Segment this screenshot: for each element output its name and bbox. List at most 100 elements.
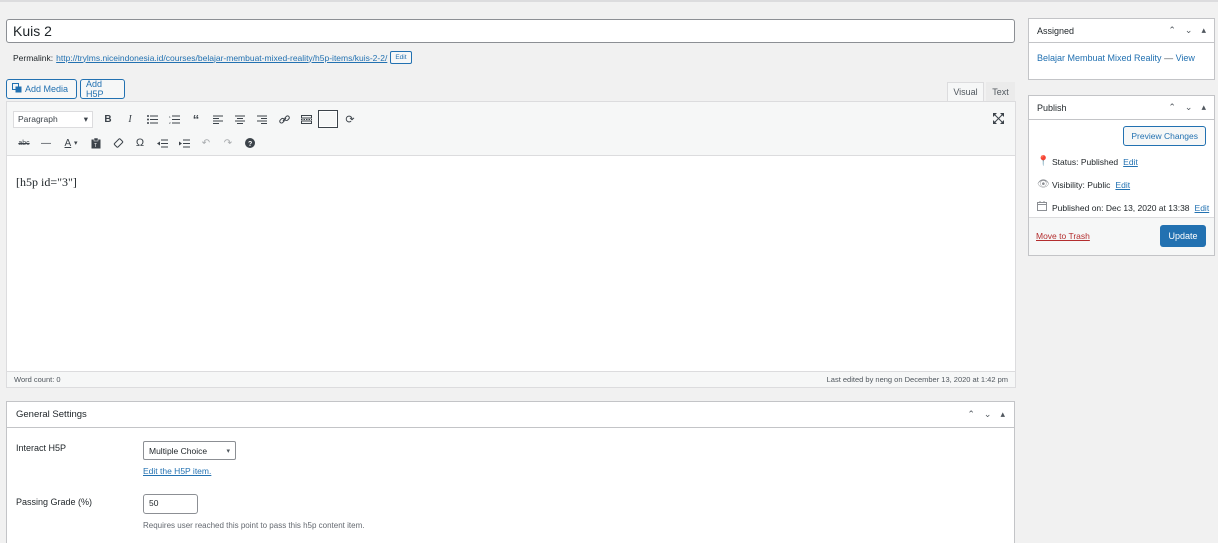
- publish-header: Publish ⌃ ⌄ ▴: [1029, 96, 1214, 120]
- collapse-toggle-icon[interactable]: ▴: [1000, 409, 1005, 420]
- add-h5p-button[interactable]: Add H5P: [80, 79, 125, 99]
- eye-icon: 👁: [1037, 179, 1050, 190]
- outdent-icon[interactable]: [151, 133, 173, 153]
- align-center-icon[interactable]: [229, 109, 251, 129]
- general-settings-box: General Settings ⌃ ⌄ ▴ Interact H5P Mult…: [6, 401, 1015, 543]
- add-media-label: Add Media: [25, 84, 69, 94]
- visibility-edit-link[interactable]: Edit: [1115, 180, 1130, 190]
- preview-changes-button[interactable]: Preview Changes: [1123, 126, 1206, 146]
- visibility-row: 👁 Visibility: Public Edit: [1037, 179, 1130, 190]
- chevron-down-icon: ▾: [226, 447, 230, 455]
- editor-toolbar: Paragraph ▾ B I 12 “ ⟳ abc — A ▾ T Ω ↶ ↷…: [7, 102, 1015, 156]
- visibility-label: Visibility: Public: [1052, 179, 1111, 190]
- format-select-value: Paragraph: [18, 114, 58, 124]
- redo-icon[interactable]: ↷: [217, 133, 239, 153]
- passing-grade-input[interactable]: 50: [143, 494, 198, 514]
- chevron-down-icon: ▾: [83, 113, 88, 124]
- paste-text-icon[interactable]: T: [85, 133, 107, 153]
- general-settings-header: General Settings ⌃ ⌄ ▴: [7, 402, 1014, 428]
- publish-box: Publish ⌃ ⌄ ▴ Preview Changes 📍 Status: …: [1028, 95, 1215, 256]
- status-row: 📍 Status: Published Edit: [1037, 156, 1138, 167]
- assigned-title: Assigned: [1037, 25, 1075, 36]
- general-settings-title: General Settings: [16, 409, 87, 420]
- word-count: Word count: 0: [14, 375, 61, 384]
- collapse-toggle-icon[interactable]: ▴: [1201, 102, 1206, 113]
- text-color-icon[interactable]: A ▾: [57, 133, 85, 153]
- horizontal-line-icon[interactable]: —: [35, 133, 57, 153]
- move-down-icon[interactable]: ⌄: [1185, 102, 1193, 113]
- tab-text[interactable]: Text: [986, 82, 1015, 101]
- published-on-row: Published on: Dec 13, 2020 at 13:38 Edit: [1037, 201, 1209, 214]
- align-left-icon[interactable]: [207, 109, 229, 129]
- interact-h5p-value: Multiple Choice: [149, 445, 208, 456]
- add-h5p-label: Add H5P: [86, 79, 104, 99]
- toolbar-row-1: Paragraph ▾ B I 12 “ ⟳: [13, 109, 361, 129]
- assigned-box: Assigned ⌃ ⌄ ▴ Belajar Membuat Mixed Rea…: [1028, 18, 1215, 80]
- align-right-icon[interactable]: [251, 109, 273, 129]
- permalink-url-link[interactable]: http://trylms.niceindonesia.id/courses/b…: [56, 53, 387, 63]
- calendar-icon: [1037, 201, 1047, 214]
- content-editor: Paragraph ▾ B I 12 “ ⟳ abc — A ▾ T Ω ↶ ↷…: [6, 101, 1016, 388]
- published-on-edit-link[interactable]: Edit: [1195, 203, 1210, 213]
- svg-text:T: T: [94, 143, 97, 149]
- last-edited: Last edited by neng on December 13, 2020…: [826, 375, 1008, 384]
- undo-icon[interactable]: ↶: [195, 133, 217, 153]
- help-icon[interactable]: ?: [239, 133, 261, 153]
- assigned-separator: —: [1161, 53, 1176, 63]
- box-controls: ⌃ ⌄ ▴: [1168, 25, 1206, 36]
- move-down-icon[interactable]: ⌄: [984, 409, 992, 420]
- passing-grade-help: Requires user reached this point to pass…: [143, 521, 365, 530]
- numbered-list-icon[interactable]: 12: [163, 109, 185, 129]
- update-button[interactable]: Update: [1160, 225, 1206, 247]
- editor-content[interactable]: [h5p id="3"]: [16, 175, 77, 190]
- format-select[interactable]: Paragraph ▾: [13, 110, 93, 128]
- status-edit-link[interactable]: Edit: [1123, 157, 1138, 167]
- passing-grade-label: Passing Grade (%): [16, 497, 93, 507]
- interact-h5p-label: Interact H5P: [16, 443, 67, 453]
- add-media-button[interactable]: Add Media: [6, 79, 77, 99]
- status-label: Status: Published: [1052, 156, 1119, 167]
- pin-icon: 📍: [1037, 156, 1050, 167]
- permalink-label: Permalink:: [13, 52, 54, 63]
- toolbar-row-2: abc — A ▾ T Ω ↶ ↷ ?: [13, 133, 261, 153]
- move-up-icon[interactable]: ⌃: [1168, 25, 1176, 36]
- clear-formatting-icon[interactable]: [107, 133, 129, 153]
- publish-title: Publish: [1037, 102, 1067, 113]
- collapse-toggle-icon[interactable]: ▴: [1201, 25, 1206, 36]
- blockquote-icon[interactable]: “: [185, 109, 207, 129]
- special-character-icon[interactable]: Ω: [129, 133, 151, 153]
- strikethrough-icon[interactable]: abc: [13, 133, 35, 153]
- assigned-view-link[interactable]: View: [1176, 53, 1195, 63]
- svg-text:?: ?: [248, 141, 252, 148]
- box-controls: ⌃ ⌄ ▴: [1168, 102, 1206, 113]
- editor-statusbar: Word count: 0 Last edited by neng on Dec…: [7, 371, 1015, 387]
- move-up-icon[interactable]: ⌃: [967, 409, 975, 420]
- sync-icon[interactable]: ⟳: [339, 109, 361, 129]
- toolbar-toggle-icon[interactable]: [317, 109, 339, 129]
- move-up-icon[interactable]: ⌃: [1168, 102, 1176, 113]
- permalink-edit-button[interactable]: Edit: [390, 51, 412, 64]
- assigned-header: Assigned ⌃ ⌄ ▴: [1029, 19, 1214, 43]
- svg-text:1: 1: [169, 115, 171, 119]
- read-more-icon[interactable]: [295, 109, 317, 129]
- interact-h5p-select[interactable]: Multiple Choice ▾: [143, 441, 236, 460]
- indent-icon[interactable]: [173, 133, 195, 153]
- add-media-icon: [12, 83, 22, 95]
- box-controls: ⌃ ⌄ ▴: [967, 409, 1005, 420]
- edit-h5p-item-link[interactable]: Edit the H5P item.: [143, 466, 211, 476]
- svg-text:2: 2: [169, 121, 171, 124]
- post-title-input[interactable]: Kuis 2: [6, 19, 1015, 43]
- italic-icon[interactable]: I: [119, 109, 141, 129]
- fullscreen-icon[interactable]: [989, 109, 1007, 127]
- move-down-icon[interactable]: ⌄: [1185, 25, 1193, 36]
- assigned-course-link[interactable]: Belajar Membuat Mixed Reality: [1037, 53, 1162, 63]
- bold-icon[interactable]: B: [97, 109, 119, 129]
- tab-visual[interactable]: Visual: [947, 82, 984, 101]
- bulleted-list-icon[interactable]: [141, 109, 163, 129]
- permalink-row: Permalink: http://trylms.niceindonesia.i…: [13, 51, 412, 64]
- link-icon[interactable]: [273, 109, 295, 129]
- publish-actions: Move to Trash Update: [1029, 217, 1214, 255]
- move-to-trash-link[interactable]: Move to Trash: [1036, 231, 1090, 241]
- top-border: [0, 0, 1218, 2]
- published-on-label: Published on: Dec 13, 2020 at 13:38: [1052, 202, 1190, 213]
